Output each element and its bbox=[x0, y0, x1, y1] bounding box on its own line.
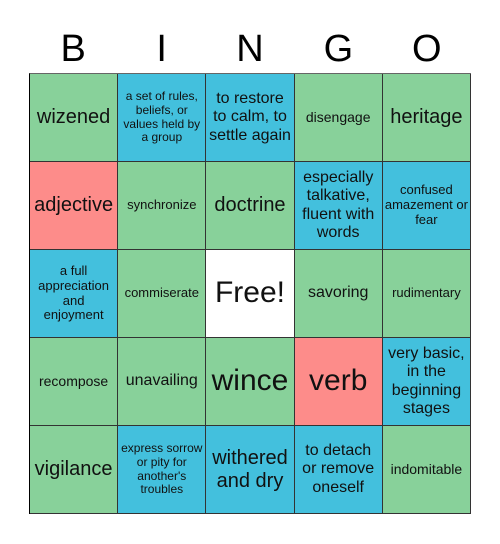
header-letter-b: B bbox=[60, 28, 86, 70]
bingo-cell-text: confused amazement or fear bbox=[384, 182, 468, 227]
bingo-cell-text: withered and dry bbox=[212, 446, 288, 492]
bingo-cell-text: doctrine bbox=[214, 194, 286, 216]
bingo-cell-text: vigilance bbox=[34, 458, 113, 480]
bingo-cell[interactable]: wince bbox=[206, 338, 295, 426]
bingo-cell[interactable]: to detach or remove oneself bbox=[294, 426, 383, 514]
bingo-cell[interactable]: indomitable bbox=[382, 426, 471, 514]
bingo-cell[interactable]: to restore to calm, to settle again bbox=[206, 74, 295, 162]
bingo-cell[interactable]: disengage bbox=[294, 74, 383, 162]
bingo-cell-text: synchronize bbox=[127, 197, 197, 213]
bingo-cell[interactable]: doctrine bbox=[206, 162, 295, 250]
bingo-cell-text: a full appreciation and enjoyment bbox=[38, 262, 109, 323]
bingo-cell-text: to detach or remove oneself bbox=[302, 441, 375, 496]
bingo-cell-text: to restore to calm, to settle again bbox=[209, 89, 291, 144]
bingo-cell-text: very basic, in the beginning stages bbox=[388, 344, 465, 417]
bingo-cell-text: disengage bbox=[305, 109, 371, 126]
bingo-cell-text: commiserate bbox=[124, 285, 199, 301]
bingo-cell[interactable]: verb bbox=[294, 338, 383, 426]
bingo-cell-text: indomitable bbox=[390, 461, 463, 478]
bingo-cell[interactable]: wizened bbox=[30, 74, 119, 162]
bingo-cell[interactable]: recompose bbox=[30, 338, 119, 426]
bingo-cell-text: Free! bbox=[214, 276, 285, 310]
bingo-grid: wizened a set of rules, beliefs, or value… bbox=[29, 73, 471, 514]
header-letter-g: G bbox=[323, 28, 354, 70]
bingo-cell-text: verb bbox=[309, 364, 368, 398]
header-letter-o: O bbox=[412, 28, 442, 70]
bingo-cell-text: recompose bbox=[38, 373, 109, 390]
bingo-cell-text: a set of rules, beliefs, or values held … bbox=[123, 88, 201, 145]
bingo-cell[interactable]: rudimentary bbox=[382, 250, 471, 338]
bingo-cell-text: heritage bbox=[390, 106, 463, 128]
header-letter-i: I bbox=[156, 28, 167, 70]
bingo-cell[interactable]: synchronize bbox=[118, 162, 207, 250]
bingo-cell[interactable]: confused amazement or fear bbox=[382, 162, 471, 250]
bingo-cell[interactable]: a full appreciation and enjoyment bbox=[30, 250, 119, 338]
bingo-cell[interactable]: heritage bbox=[382, 74, 471, 162]
bingo-cell[interactable]: unavailing bbox=[118, 338, 207, 426]
bingo-cell[interactable]: express sorrow or pity for another's tro… bbox=[118, 426, 207, 514]
bingo-cell[interactable]: very basic, in the beginning stages bbox=[382, 338, 471, 426]
bingo-cell-text: especially talkative, fluent with words bbox=[302, 168, 375, 241]
bingo-cell[interactable]: commiserate bbox=[118, 250, 207, 338]
bingo-cell-text: wince bbox=[211, 364, 289, 398]
bingo-cell-text: wizened bbox=[36, 106, 111, 128]
bingo-cell-text: rudimentary bbox=[392, 285, 461, 301]
bingo-cell[interactable]: a set of rules, beliefs, or values held … bbox=[118, 74, 207, 162]
bingo-cell[interactable]: adjective bbox=[30, 162, 119, 250]
bingo-cell-text: unavailing bbox=[125, 372, 198, 390]
header-letter-n: N bbox=[236, 28, 264, 70]
bingo-cell[interactable]: vigilance bbox=[30, 426, 119, 514]
bingo-cell-text: savoring bbox=[307, 284, 369, 302]
bingo-cell-text: adjective bbox=[34, 194, 114, 216]
bingo-header: B I N G O bbox=[29, 24, 471, 74]
bingo-cell-text: express sorrow or pity for another's tro… bbox=[121, 440, 203, 497]
free-space-cell[interactable]: Free! bbox=[206, 250, 295, 338]
bingo-cell[interactable]: especially talkative, fluent with words bbox=[294, 162, 383, 250]
bingo-cell[interactable]: withered and dry bbox=[206, 426, 295, 514]
bingo-cell[interactable]: savoring bbox=[294, 250, 383, 338]
